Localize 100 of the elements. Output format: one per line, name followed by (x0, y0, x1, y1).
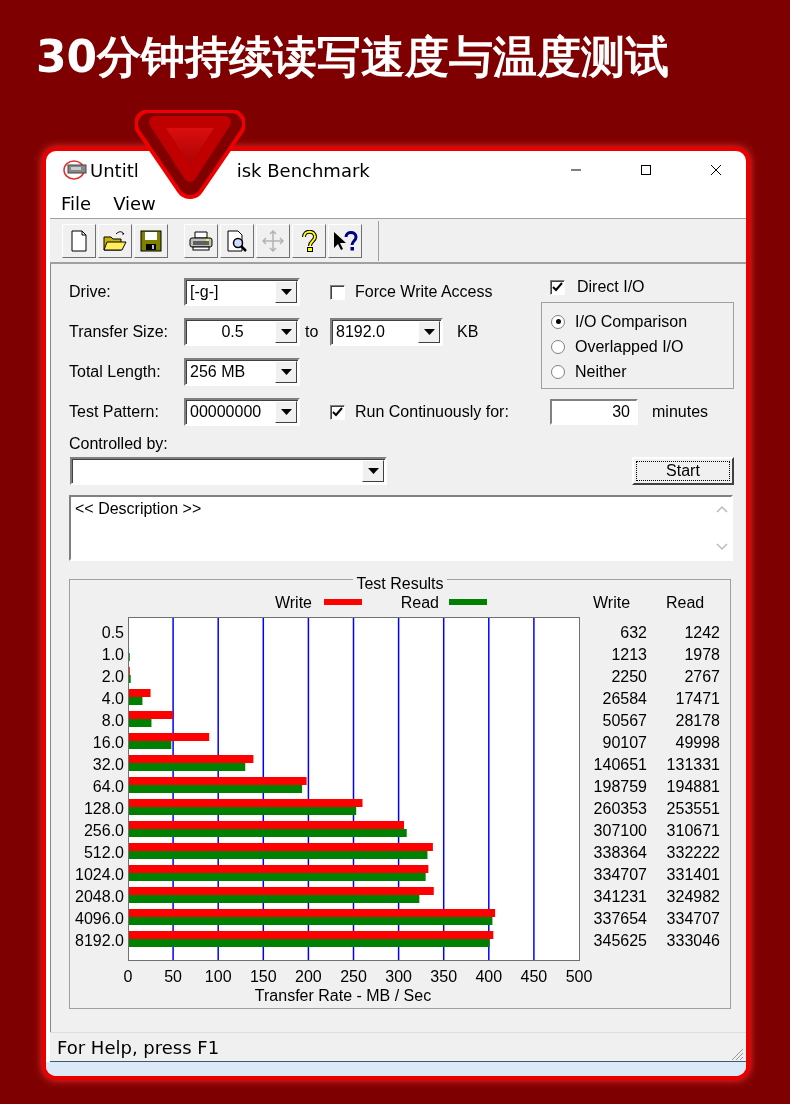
checkbox-label: Force Write Access (355, 283, 493, 301)
radio-label: I/O Comparison (575, 312, 688, 331)
field-label: Test Pattern: (69, 403, 160, 421)
category-label: 4096.0 (75, 910, 124, 927)
toolbar-button[interactable] (328, 223, 362, 258)
checkbox[interactable] (330, 404, 345, 420)
table-cell: 26584 (602, 690, 647, 707)
category-label: 16.0 (92, 734, 124, 751)
toolbar-button[interactable] (292, 223, 326, 258)
table-cell: 17471 (675, 690, 720, 707)
category-label: 4.0 (101, 690, 124, 707)
table-cell: 131331 (666, 756, 720, 773)
field-label: Drive: (69, 283, 112, 301)
caret-icon (280, 369, 292, 375)
table-cell: 333046 (666, 932, 720, 949)
close-icon[interactable] (710, 164, 722, 176)
legend-label: Write (274, 594, 312, 611)
caret-icon (280, 289, 292, 295)
category-label: 32.0 (92, 756, 124, 773)
table-cell: 341231 (593, 888, 647, 905)
checkbox-label: Run Continuously for: (355, 403, 509, 421)
axis-tick-label: 350 (430, 968, 458, 985)
table-cell: 334707 (593, 866, 647, 883)
axis-tick-label: 100 (204, 968, 232, 985)
toolbar-button[interactable] (220, 223, 254, 258)
minutes-field[interactable]: 30 (550, 399, 638, 425)
table-cell: 332222 (666, 844, 720, 861)
table-cell: 2250 (611, 668, 647, 685)
table-cell: 194881 (666, 778, 720, 795)
four-way-arrow-icon (262, 229, 284, 252)
caret-icon (280, 409, 292, 415)
table-cell: 310671 (666, 822, 720, 839)
table-cell: 1242 (684, 624, 720, 641)
toolbar-button[interactable] (184, 223, 218, 258)
checkbox-label: Direct I/O (577, 278, 645, 296)
category-label: 2.0 (101, 668, 124, 685)
checkbox[interactable] (330, 284, 345, 300)
results-title: Test Results (356, 577, 444, 593)
max-size-dropdown[interactable]: 8192.0 (330, 318, 443, 346)
radio-button[interactable] (551, 364, 565, 379)
table-cell: 49998 (675, 734, 720, 751)
category-label: 1024.0 (75, 866, 124, 883)
category-label: 0.5 (101, 624, 124, 641)
category-label: 128.0 (83, 800, 124, 817)
menu-item[interactable]: View (113, 193, 156, 214)
window-title: Untitl (90, 159, 139, 181)
table-cell: 50567 (602, 712, 647, 729)
field-label: Controlled by: (69, 434, 169, 454)
caret-icon (280, 329, 292, 335)
drive-dropdown[interactable]: [-g-] (184, 278, 300, 306)
to-label: to (304, 323, 320, 341)
table-cell: 331401 (666, 866, 720, 883)
length-dropdown[interactable]: 256 MB (184, 358, 300, 386)
category-label: 64.0 (92, 778, 124, 795)
category-label: 8192.0 (75, 932, 124, 949)
printer-icon (189, 229, 213, 252)
axis-tick-label: 300 (385, 968, 412, 985)
min-size-dropdown[interactable]: 0.5 (184, 318, 300, 346)
start-button[interactable]: Start (632, 457, 734, 485)
toolbar-button[interactable] (134, 223, 168, 258)
table-cell: 632 (620, 624, 647, 641)
table-cell: 2767 (684, 668, 720, 685)
axis-tick-label: 450 (520, 968, 548, 985)
table-cell: 28178 (675, 712, 720, 729)
open-folder-icon (103, 229, 127, 252)
checkbox[interactable] (550, 279, 565, 295)
table-cell: 345625 (593, 932, 647, 949)
table-cell: 338364 (593, 844, 647, 861)
axis-tick-label: 500 (565, 968, 593, 985)
resize-grip-icon[interactable] (730, 1047, 744, 1061)
toolbar-button[interactable] (98, 223, 132, 258)
column-header: Write (593, 594, 631, 611)
axis-tick-label: 150 (249, 968, 277, 985)
field-label: Transfer Size: (69, 323, 169, 341)
axis-tick-label: 250 (340, 968, 367, 985)
pattern-dropdown[interactable]: 00000000 (184, 398, 300, 426)
table-cell: 334707 (666, 910, 720, 927)
status-text: For Help, press F1 (57, 1036, 220, 1058)
pointer-help-icon (332, 229, 358, 252)
table-cell: 260353 (593, 800, 647, 817)
axis-tick-label: 400 (475, 968, 503, 985)
category-label: 512.0 (83, 844, 124, 861)
banner-title: 30分钟持续读写速度与温度测试 (36, 30, 670, 84)
page-magnifier-icon (226, 229, 248, 252)
field-label: Total Length: (69, 363, 162, 381)
radio-button[interactable] (551, 339, 565, 354)
menu-item[interactable]: File (61, 193, 92, 214)
window-title: isk Benchmark (236, 159, 370, 181)
category-label: 2048.0 (75, 888, 124, 905)
category-label: 256.0 (83, 822, 124, 839)
axis-tick-label: 0 (123, 968, 133, 985)
category-label: 8.0 (101, 712, 124, 729)
maximize-icon[interactable] (640, 164, 652, 176)
controller-dropdown[interactable] (70, 457, 387, 485)
axis-tick-label: 50 (164, 968, 182, 985)
table-cell: 90107 (602, 734, 647, 751)
table-cell: 307100 (593, 822, 647, 839)
radio-label: Neither (575, 362, 627, 381)
table-cell: 324982 (666, 888, 720, 905)
radio-button[interactable] (551, 314, 565, 329)
